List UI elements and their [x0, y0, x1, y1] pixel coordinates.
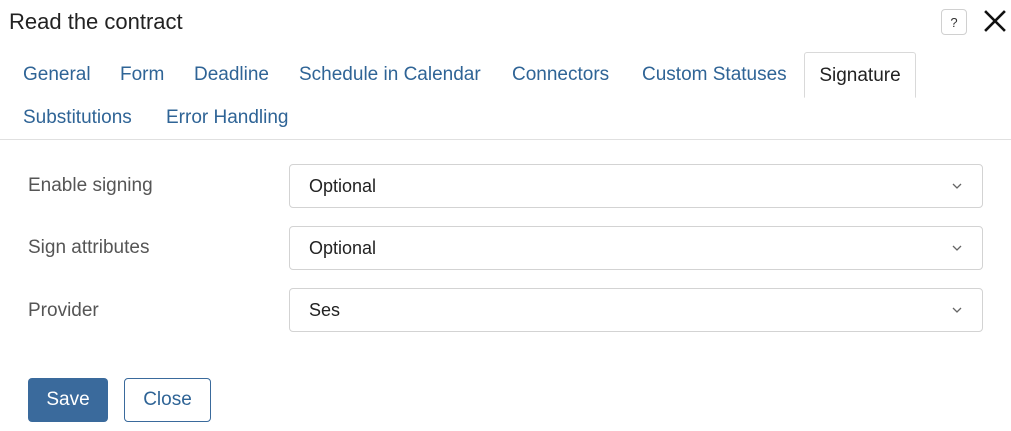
close-icon[interactable] — [983, 9, 1007, 33]
provider-label: Provider — [28, 300, 99, 321]
tabs-divider — [0, 139, 1011, 140]
tab-deadline[interactable]: Deadline — [179, 52, 284, 98]
enable-signing-label: Enable signing — [28, 175, 153, 196]
chevron-down-icon — [952, 245, 962, 251]
chevron-down-icon — [952, 183, 962, 189]
enable-signing-select[interactable]: Optional — [289, 164, 983, 208]
provider-value: Ses — [309, 300, 341, 320]
tab-error-handling[interactable]: Error Handling — [151, 95, 304, 141]
close-button[interactable]: Close — [124, 378, 211, 422]
save-button[interactable]: Save — [28, 378, 108, 422]
tab-connectors[interactable]: Connectors — [497, 52, 624, 98]
tab-substitutions[interactable]: Substitutions — [8, 95, 147, 141]
tab-form[interactable]: Form — [105, 52, 179, 98]
tab-custom-statuses[interactable]: Custom Statuses — [627, 52, 802, 98]
chevron-down-icon — [952, 307, 962, 313]
sign-attributes-select[interactable]: Optional — [289, 226, 983, 270]
question-icon: ? — [950, 14, 958, 30]
enable-signing-value: Optional — [309, 176, 377, 196]
sign-attributes-value: Optional — [309, 238, 377, 258]
dialog-title: Read the contract — [9, 9, 183, 34]
help-button[interactable]: ? — [941, 9, 967, 35]
provider-select[interactable]: Ses — [289, 288, 983, 332]
tab-schedule-in-calendar[interactable]: Schedule in Calendar — [284, 52, 496, 98]
tab-general[interactable]: General — [8, 52, 106, 98]
sign-attributes-label: Sign attributes — [28, 237, 150, 258]
tab-signature[interactable]: Signature — [804, 52, 916, 98]
dialog: Read the contract ? General Form Deadlin… — [0, 0, 1011, 431]
